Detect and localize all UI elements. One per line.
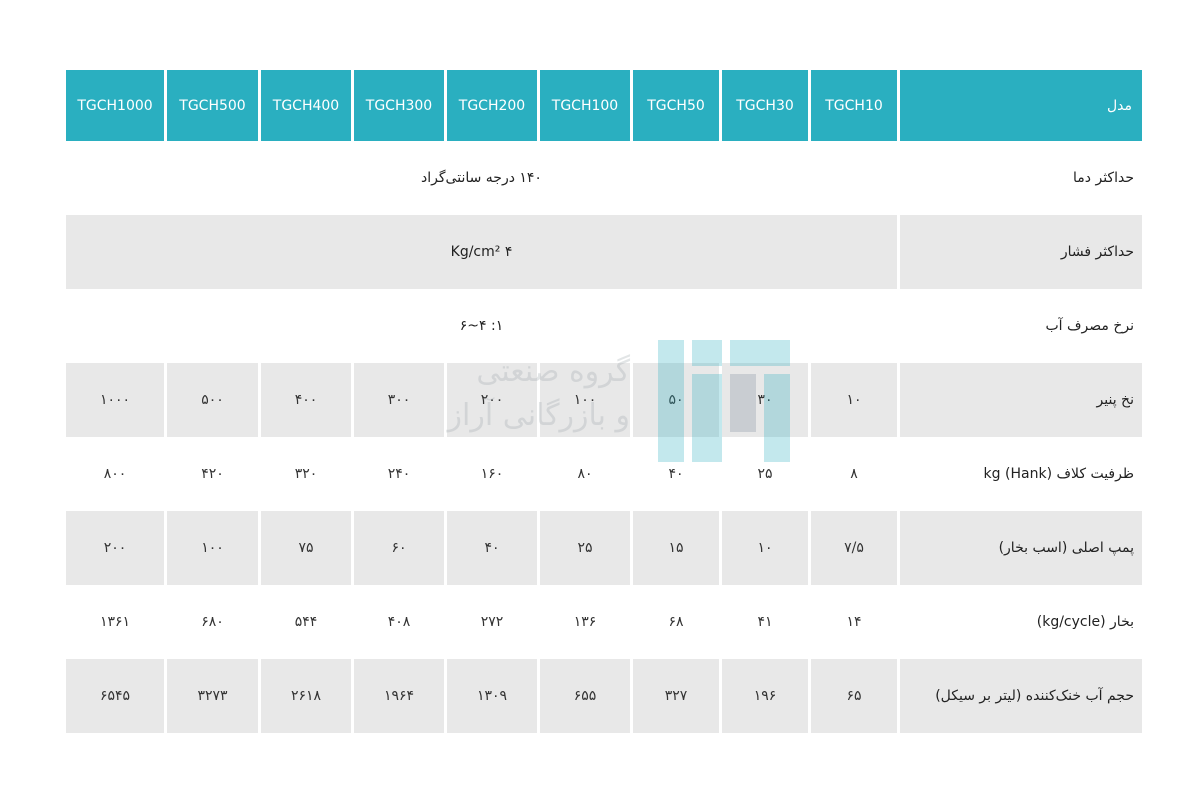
table-cell: ۶۸۰ (201, 614, 224, 630)
table-cell: ۴۰۰ (261, 363, 351, 437)
table-cell: ۱۴ (846, 614, 862, 630)
header-model-label: مدل (900, 70, 1142, 141)
row-label: نرخ مصرف آب (1045, 318, 1134, 334)
table-row: حجم آب خنک‌کننده (لیتر بر سیکل) ۶۵ ۱۹۶ ۳۲۷ ۶… (66, 659, 1142, 733)
table-cell: ۱۰۰ (167, 511, 258, 585)
table-cell: ۵۰ (633, 363, 719, 437)
header-model-tgch1000: TGCH1000 (66, 70, 164, 141)
table-cell: ۶۵۵ (540, 659, 630, 733)
header-model-tgch10: TGCH10 (811, 70, 897, 141)
header-model-tgch500: TGCH500 (167, 70, 258, 141)
page: { "table": { "header_label": "مدل", "mod… (0, 0, 1200, 800)
table-cell: ۲۰۰ (66, 511, 164, 585)
table-cell: ۱۵ (633, 511, 719, 585)
table-cell: ۶۵ (811, 659, 897, 733)
header-model-tgch400: TGCH400 (261, 70, 351, 141)
spec-table: مدل TGCH10 TGCH30 TGCH50 TGCH100 TGCH200 TGCH… (63, 70, 1145, 733)
table-cell: ۷۵ (261, 511, 351, 585)
row-span-value: ۱۴۰ درجه سانتی‌گراد (421, 170, 542, 186)
table-cell: ۱۳۰۹ (447, 659, 537, 733)
row-label: پمپ اصلی (اسب بخار) (900, 511, 1142, 585)
table-cell: ۲۷۲ (480, 614, 504, 630)
table-cell: ۱۹۶۴ (354, 659, 444, 733)
row-label: نخ پنیر (900, 363, 1142, 437)
table-cell: ۲۰۰ (447, 363, 537, 437)
table-cell: ۴۲۰ (201, 466, 224, 482)
table-body: حداکثر دما ۱۴۰ درجه سانتی‌گراد حداکثر فشار… (66, 141, 1142, 733)
header-model-tgch30: TGCH30 (722, 70, 808, 141)
header-model-tgch200: TGCH200 (447, 70, 537, 141)
table-cell: ۳۲۰ (294, 466, 318, 482)
table-cell: ۲۴۰ (387, 466, 411, 482)
table-row: ظرفیت کلاف (Hank) kg ۸ ۲۵ ۴۰ ۸۰ ۱۶۰ ۲۴۰ ۳۲۰ ۴۲۰ ۸… (66, 437, 1142, 511)
table-row: پمپ اصلی (اسب بخار) ۷/۵ ۱۰ ۱۵ ۲۵ ۴۰ ۶۰ ۷۵ ۱۰۰ ۲۰۰ (66, 511, 1142, 585)
table-cell: ۳۰ (722, 363, 808, 437)
table-header-row: مدل TGCH10 TGCH30 TGCH50 TGCH100 TGCH200 TGCH… (66, 70, 1142, 141)
header-model-tgch50: TGCH50 (633, 70, 719, 141)
table-cell: ۸ (850, 466, 858, 482)
header-model-tgch300: TGCH300 (354, 70, 444, 141)
table-cell: ۷/۵ (811, 511, 897, 585)
table-cell: ۶۵۴۵ (66, 659, 164, 733)
table-cell: ۳۲۷۳ (167, 659, 258, 733)
table-cell: ۱۳۶ (573, 614, 597, 630)
row-span-value: ۱: ۴~۶ (459, 318, 504, 334)
table-cell: ۲۶۱۸ (261, 659, 351, 733)
table-cell: ۵۴۴ (294, 614, 318, 630)
table-cell: ۴۱ (757, 614, 773, 630)
table-cell: ۳۲۷ (633, 659, 719, 733)
row-label: بخار (kg/cycle) (1036, 614, 1134, 630)
table-cell: ۱۰۰۰ (66, 363, 164, 437)
table-cell: ۲۵ (757, 466, 773, 482)
row-span-value: ۴ Kg/cm² (66, 215, 897, 289)
table-cell: ۴۰ (447, 511, 537, 585)
table-cell: ۸۰ (577, 466, 593, 482)
table-row: نرخ مصرف آب ۱: ۴~۶ (66, 289, 1142, 363)
table-cell: ۱۶۰ (480, 466, 504, 482)
row-label: حداکثر فشار (900, 215, 1142, 289)
table-cell: ۶۸ (668, 614, 684, 630)
table-cell: ۱۰۰ (540, 363, 630, 437)
table-row: نخ پنیر ۱۰ ۳۰ ۵۰ ۱۰۰ ۲۰۰ ۳۰۰ ۴۰۰ ۵۰۰ ۱۰۰۰ (66, 363, 1142, 437)
row-label: حداکثر دما (1073, 170, 1134, 186)
table-row: حداکثر فشار ۴ Kg/cm² (66, 215, 1142, 289)
table-row: بخار (kg/cycle) ۱۴ ۴۱ ۶۸ ۱۳۶ ۲۷۲ ۴۰۸ ۵۴۴ ۶۸۰ ۱۳۶۱ (66, 585, 1142, 659)
table-cell: ۲۵ (540, 511, 630, 585)
table-row: حداکثر دما ۱۴۰ درجه سانتی‌گراد (66, 141, 1142, 215)
table-cell: ۶۰ (354, 511, 444, 585)
table-cell: ۱۹۶ (722, 659, 808, 733)
row-label: ظرفیت کلاف (Hank) kg (983, 466, 1134, 482)
table-cell: ۱۰ (811, 363, 897, 437)
row-label: حجم آب خنک‌کننده (لیتر بر سیکل) (900, 659, 1142, 733)
header-model-tgch100: TGCH100 (540, 70, 630, 141)
table-cell: ۱۳۶۱ (99, 614, 131, 630)
table-cell: ۳۰۰ (354, 363, 444, 437)
table-cell: ۱۰ (722, 511, 808, 585)
table-cell: ۴۰۸ (387, 614, 411, 630)
table-cell: ۸۰۰ (103, 466, 127, 482)
table-cell: ۴۰ (668, 466, 684, 482)
table-cell: ۵۰۰ (167, 363, 258, 437)
